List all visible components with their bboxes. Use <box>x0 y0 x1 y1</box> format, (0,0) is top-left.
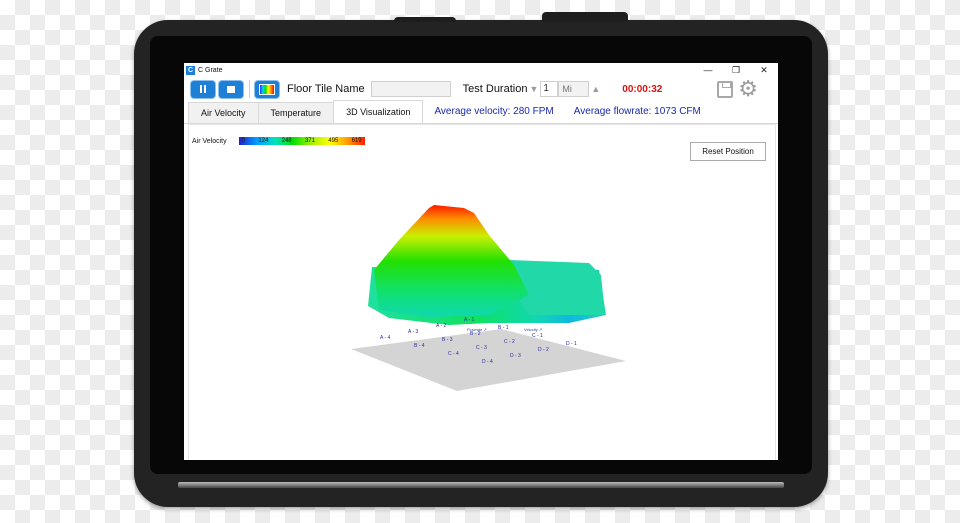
axis-label: Velocity ↗ <box>524 327 542 332</box>
floor-tile-label: Floor Tile Name <box>287 83 365 95</box>
grid-label-b-3: B - 3 <box>442 337 453 343</box>
minimize-button[interactable]: — <box>694 65 722 76</box>
pause-icon <box>200 85 202 93</box>
tab-air-velocity[interactable]: Air Velocity <box>188 102 259 123</box>
surface-plot: Flowrate ↗ Velocity ↗ A - 1A - 2A - 3A -… <box>351 205 626 391</box>
window-title: C Grate <box>198 66 223 74</box>
average-flowrate: Average flowrate: 1073 CFM <box>573 105 701 117</box>
test-duration-label: Test Duration <box>462 83 528 95</box>
restore-button[interactable]: ❐ <box>722 65 750 76</box>
grid-label-c-4: C - 4 <box>448 351 459 357</box>
grid-label-d-2: D - 2 <box>538 347 549 353</box>
3d-plot-area[interactable]: Air Velocity 0 124 248 371 495 619 Reset… <box>188 124 776 460</box>
close-button[interactable]: ✕ <box>750 65 778 76</box>
pause-icon-bar <box>204 85 206 93</box>
tab-3d-visualization[interactable]: 3D Visualization <box>333 100 424 123</box>
increase-duration-icon[interactable]: ▲ <box>591 84 600 94</box>
grid-label-c-2: C - 2 <box>504 339 515 345</box>
grid-label-d-1: D - 1 <box>566 341 577 347</box>
save-icon[interactable] <box>717 80 734 98</box>
decrease-duration-icon[interactable]: ▼ <box>529 84 538 94</box>
toolbar-divider <box>249 80 250 98</box>
grid-label-d-4: D - 4 <box>482 359 493 365</box>
grid-label-a-2: A - 2 <box>436 323 447 329</box>
grid-label-b-4: B - 4 <box>414 343 425 349</box>
average-velocity: Average velocity: 280 FPM <box>434 105 554 117</box>
grid-label-d-3: D - 3 <box>510 353 521 359</box>
tab-bar: Air Velocity Temperature 3D Visualizatio… <box>184 100 778 124</box>
color-scale-button[interactable] <box>255 80 279 98</box>
stop-icon <box>227 85 235 93</box>
keyboard-rail <box>178 482 784 488</box>
grid-label-a-3: A - 3 <box>408 329 419 335</box>
app-window: C C Grate — ❐ ✕ Floor Tile Name Test Dur… <box>184 63 778 460</box>
surface-peak <box>374 205 529 317</box>
grid-label-b-2: B - 2 <box>470 331 481 337</box>
power-button <box>542 12 628 22</box>
elapsed-timer: 00:00:32 <box>622 83 663 95</box>
grid-label-c-1: C - 1 <box>532 333 543 339</box>
grid-label-a-4: A - 4 <box>380 335 391 341</box>
floor-tile-select[interactable] <box>370 81 451 97</box>
grid-label-a-1: A - 1 <box>464 317 475 323</box>
tab-temperature[interactable]: Temperature <box>257 102 335 123</box>
toolbar: Floor Tile Name Test Duration ▼ 1 Mi ▲ 0… <box>184 77 778 101</box>
duration-unit-select[interactable]: Mi <box>558 81 590 97</box>
app-icon: C <box>186 65 195 75</box>
pause-button[interactable] <box>191 80 215 98</box>
stop-button[interactable] <box>219 80 243 98</box>
gear-icon[interactable]: ⚙ <box>738 78 758 100</box>
volume-button <box>394 17 456 22</box>
grid-label-c-3: C - 3 <box>476 345 487 351</box>
title-bar: C C Grate — ❐ ✕ <box>184 63 778 77</box>
spectrum-icon <box>259 83 275 95</box>
duration-input[interactable]: 1 <box>540 81 559 97</box>
grid-label-b-1: B - 1 <box>498 325 509 331</box>
